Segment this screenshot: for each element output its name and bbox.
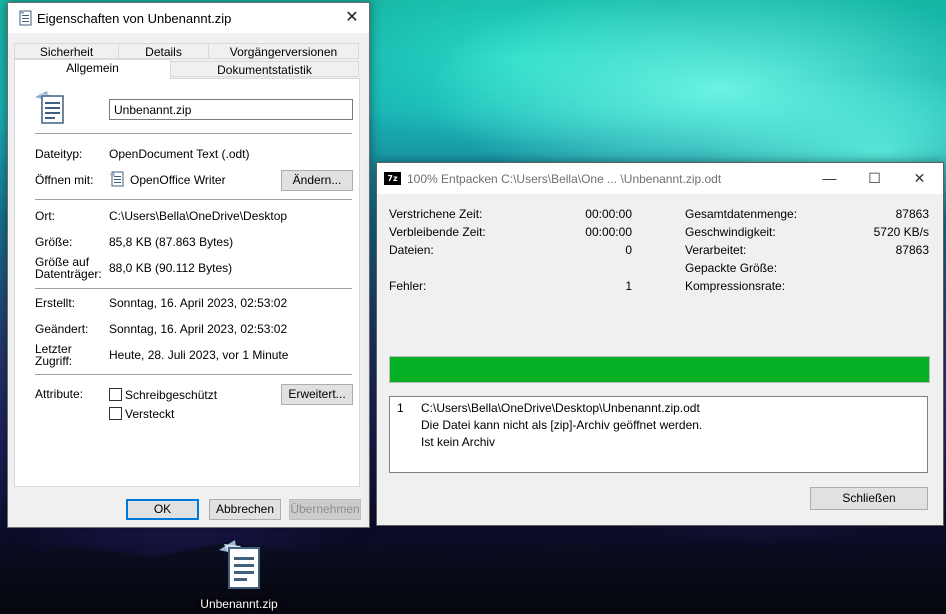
tab-label: Vorgängerversionen	[229, 45, 338, 59]
size-value: 85,8 KB (87.863 Bytes)	[109, 235, 234, 249]
properties-title: Eigenschaften von Unbenannt.zip	[37, 11, 232, 26]
speed-value: 5720 KB/s	[873, 225, 929, 239]
readonly-label: Schreibgeschützt	[125, 388, 218, 402]
processed-label: Verarbeitet:	[685, 243, 747, 257]
properties-titlebar[interactable]: Eigenschaften von Unbenannt.zip ✕	[8, 3, 369, 33]
apply-button[interactable]: Übernehmen	[289, 499, 361, 520]
ok-button[interactable]: OK	[126, 499, 199, 520]
document-icon	[17, 10, 33, 29]
divider	[35, 133, 352, 134]
files-value: 0	[625, 243, 632, 257]
hidden-checkbox[interactable]	[109, 407, 122, 420]
attributes-label: Attribute:	[35, 387, 84, 401]
tab-label: Sicherheit	[39, 45, 94, 59]
divider	[35, 199, 352, 200]
packed-size-label: Gepackte Größe:	[685, 261, 778, 275]
accessed-value: Heute, 28. Juli 2023, vor 1 Minute	[109, 348, 289, 362]
filetype-value: OpenDocument Text (.odt)	[109, 147, 250, 161]
general-tab-panel: Unbenannt.zip Dateityp: OpenDocument Tex…	[14, 78, 360, 487]
tab-sicherheit[interactable]: Sicherheit	[14, 43, 119, 59]
readonly-checkbox[interactable]	[109, 388, 122, 401]
elapsed-time-value: 00:00:00	[585, 207, 632, 221]
elapsed-time-label: Verstrichene Zeit:	[389, 207, 483, 221]
tab-vorgaengerversionen[interactable]: Vorgängerversionen	[208, 43, 359, 59]
files-label: Dateien:	[389, 243, 434, 257]
size-on-disk-value: 88,0 KB (90.112 Bytes)	[109, 261, 233, 275]
tab-label: Allgemein	[66, 61, 119, 75]
errors-label: Fehler:	[389, 279, 427, 293]
accessed-label-line2: Zugriff:	[35, 354, 73, 368]
tab-details[interactable]: Details	[118, 43, 209, 59]
processed-value: 87863	[895, 243, 929, 257]
filename-input[interactable]: Unbenannt.zip	[109, 99, 353, 120]
tab-dokumentstatistik[interactable]: Dokumentstatistik	[170, 61, 359, 77]
desktop-file-label: Unbenannt.zip	[200, 597, 278, 611]
7zip-title: 100% Entpacken C:\Users\Bella\One ... \U…	[407, 172, 722, 186]
remaining-time-label: Verbleibende Zeit:	[389, 225, 486, 239]
cancel-button[interactable]: Abbrechen	[209, 499, 281, 520]
error-log-list[interactable]: 1 C:\Users\Bella\OneDrive\Desktop\Unbena…	[389, 396, 928, 473]
divider	[35, 288, 352, 289]
tab-label: Details	[145, 45, 182, 59]
openoffice-writer-icon	[109, 171, 125, 190]
open-with-value: OpenOffice Writer	[130, 173, 226, 187]
tab-label: Dokumentstatistik	[217, 63, 312, 77]
change-button[interactable]: Ändern...	[281, 170, 353, 191]
7zip-titlebar[interactable]: 7z 100% Entpacken C:\Users\Bella\One ...…	[377, 163, 943, 194]
log-line: Die Datei kann nicht als [zip]-Archiv ge…	[421, 418, 703, 432]
tab-allgemein[interactable]: Allgemein	[14, 59, 171, 79]
properties-dialog: Eigenschaften von Unbenannt.zip ✕ Sicher…	[7, 2, 370, 528]
modified-value: Sonntag, 16. April 2023, 02:53:02	[109, 322, 288, 336]
location-value: C:\Users\Bella\OneDrive\Desktop	[109, 209, 288, 223]
log-line: Ist kein Archiv	[421, 435, 496, 449]
divider	[35, 374, 352, 375]
progress-fill	[390, 357, 929, 382]
speed-label: Geschwindigkeit:	[685, 225, 776, 239]
hidden-label: Versteckt	[125, 407, 175, 421]
file-type-icon	[33, 91, 67, 128]
size-label: Größe:	[35, 235, 73, 249]
compression-ratio-label: Kompressionsrate:	[685, 279, 786, 293]
filetype-label: Dateityp:	[35, 147, 83, 161]
total-size-label: Gesamtdatenmenge:	[685, 207, 798, 221]
advanced-button[interactable]: Erweitert...	[281, 384, 353, 405]
maximize-icon[interactable]: ☐	[852, 163, 897, 194]
7zip-logo-icon: 7z	[384, 172, 401, 185]
remaining-time-value: 00:00:00	[585, 225, 632, 239]
location-label: Ort:	[35, 209, 55, 223]
total-size-value: 87863	[895, 207, 929, 221]
extract-progress-bar	[389, 356, 930, 383]
close-icon[interactable]: ✕	[897, 163, 942, 194]
7zip-extract-window: 7z 100% Entpacken C:\Users\Bella\One ...…	[376, 162, 944, 526]
odt-document-icon	[215, 540, 263, 593]
open-with-label: Öffnen mit:	[35, 173, 94, 187]
minimize-icon[interactable]: —	[807, 163, 852, 194]
close-button[interactable]: Schließen	[810, 487, 928, 510]
modified-label: Geändert:	[35, 322, 89, 336]
log-line: C:\Users\Bella\OneDrive\Desktop\Unbenann…	[421, 401, 700, 415]
created-value: Sonntag, 16. April 2023, 02:53:02	[109, 296, 288, 310]
desktop-wallpaper-horizon	[0, 542, 946, 614]
size-on-disk-label-line2: Datenträger:	[35, 267, 102, 281]
desktop-file-icon[interactable]: Unbenannt.zip	[198, 540, 280, 611]
log-index: 1	[397, 401, 404, 415]
created-label: Erstellt:	[35, 296, 76, 310]
errors-value: 1	[625, 279, 632, 293]
close-icon[interactable]: ✕	[335, 3, 369, 33]
